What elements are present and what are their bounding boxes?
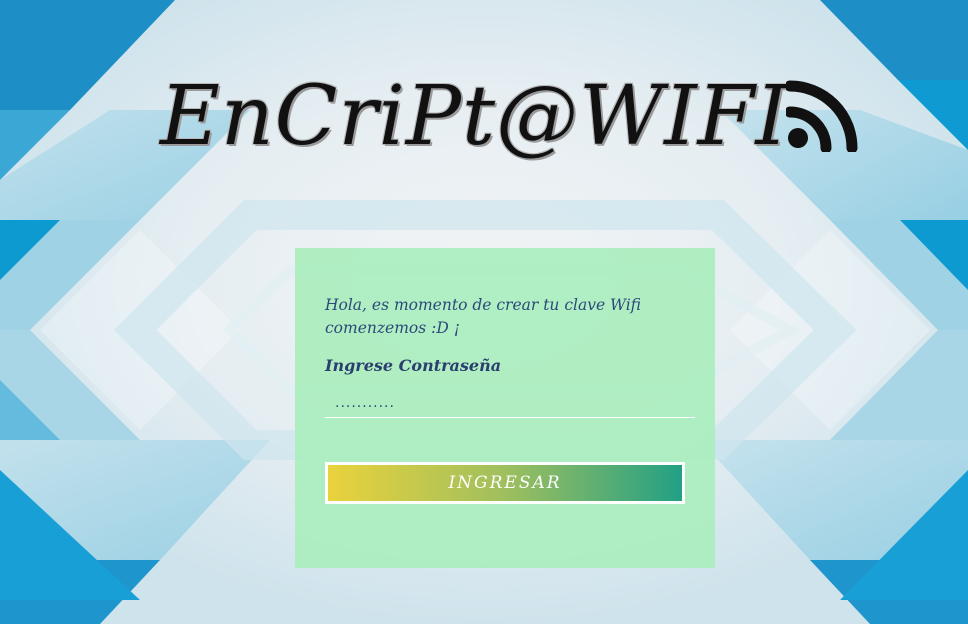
page-root: EnCriPt@WIFI Hola, es momento de crear t… xyxy=(0,0,968,624)
wifi-signal-icon xyxy=(786,80,858,152)
password-label: Ingrese Contraseña xyxy=(325,356,502,375)
app-title: EnCriPt@WIFI xyxy=(160,69,789,164)
greeting-text: Hola, es momento de crear tu clave Wifi … xyxy=(325,296,642,337)
password-input[interactable] xyxy=(325,388,695,418)
login-card: Hola, es momento de crear tu clave Wifi … xyxy=(295,248,715,568)
submit-button[interactable]: INGRESAR xyxy=(325,462,685,504)
